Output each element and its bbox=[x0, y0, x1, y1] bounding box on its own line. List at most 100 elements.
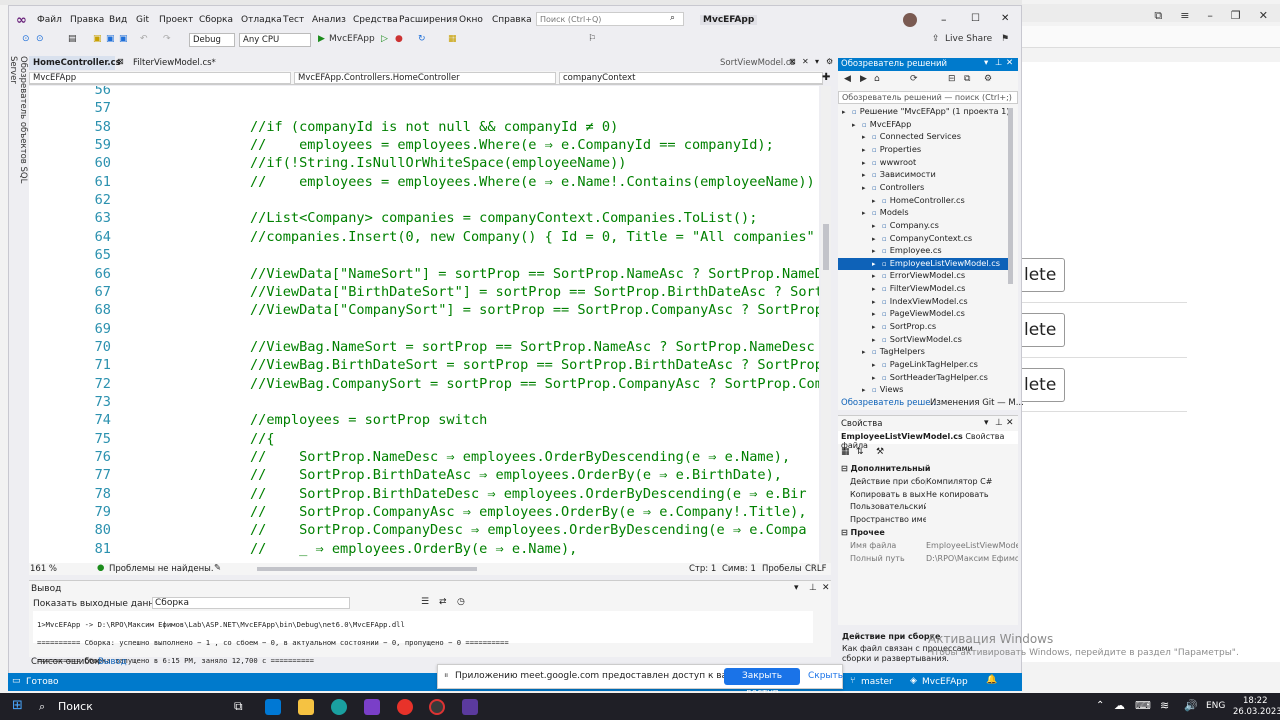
issues-status[interactable]: Проблемы не найдены. bbox=[109, 564, 214, 574]
show-all-icon[interactable]: ⧉ bbox=[964, 74, 970, 84]
menu-icon[interactable]: ≡ bbox=[1180, 9, 1189, 23]
tree-node[interactable]: ▸ ▫ Controllers bbox=[838, 182, 1008, 195]
expand-arrow-icon[interactable]: ▸ bbox=[872, 298, 882, 306]
tree-node[interactable]: ▸ ▫ SortProp.cs bbox=[838, 321, 1008, 334]
menu-help[interactable]: Справка bbox=[492, 15, 532, 25]
expand-arrow-icon[interactable]: ▸ bbox=[852, 121, 862, 129]
tab-sortviewmodel[interactable]: SortViewModel.cs bbox=[716, 56, 795, 70]
clock-date[interactable]: 26.03.2023 bbox=[1233, 707, 1280, 717]
close-icon[interactable]: ✕ bbox=[1259, 9, 1268, 23]
tree-node[interactable]: ▸ ▫ Решение "MvcEFApp" (1 проекта 1) bbox=[838, 106, 1010, 119]
solution-search-input[interactable]: Обозреватель решений — поиск (Ctrl+;) bbox=[838, 91, 1018, 104]
menu-analyze[interactable]: Анализ bbox=[312, 15, 346, 25]
config-select[interactable]: Debug bbox=[189, 33, 235, 47]
back-icon[interactable]: ⊙ bbox=[22, 34, 30, 44]
tree-node[interactable]: ▸ ▫ TagHelpers bbox=[838, 346, 1008, 359]
taskbar-search[interactable]: Поиск bbox=[58, 700, 93, 713]
code-line[interactable] bbox=[250, 86, 651, 98]
tabs-icon[interactable]: ⧉ bbox=[1154, 9, 1162, 23]
settings-icon[interactable]: ⚙ bbox=[984, 74, 992, 84]
sync-icon[interactable]: ⟳ bbox=[910, 74, 918, 84]
windows-start-icon[interactable]: ⊞ bbox=[12, 698, 23, 713]
menu-edit[interactable]: Правка bbox=[70, 15, 104, 25]
expand-arrow-icon[interactable]: ▸ bbox=[872, 323, 882, 331]
tree-node[interactable]: ▸ ▫ SortViewModel.cs bbox=[838, 334, 1008, 347]
menu-project[interactable]: Проект bbox=[159, 15, 193, 25]
delete-button[interactable]: lete bbox=[1022, 258, 1065, 292]
alphabetical-icon[interactable]: ⇅ bbox=[856, 447, 864, 457]
home-icon[interactable]: ⌂ bbox=[874, 74, 880, 84]
menu-test[interactable]: Тест bbox=[283, 15, 304, 25]
code-line[interactable]: //ViewBag.BirthDateSort = sortProp == So… bbox=[250, 357, 819, 373]
close-icon[interactable]: ✕ bbox=[1006, 58, 1013, 68]
tree-node[interactable]: ▸ ▫ CompanyContext.cs bbox=[838, 233, 1008, 246]
pin-icon[interactable]: ⊥ bbox=[995, 58, 1002, 68]
property-value[interactable]: Не копировать bbox=[926, 490, 1018, 499]
edge-icon[interactable] bbox=[331, 699, 347, 715]
dropdown-icon[interactable]: ▾ bbox=[794, 583, 799, 593]
expand-arrow-icon[interactable]: ▸ bbox=[872, 310, 882, 318]
folder-icon[interactable]: ▦ bbox=[448, 34, 457, 44]
yandex-icon[interactable] bbox=[397, 699, 413, 715]
expand-arrow-icon[interactable]: ▸ bbox=[872, 222, 882, 230]
dropdown-icon[interactable]: ▾ bbox=[984, 58, 988, 68]
code-line[interactable]: //{ bbox=[250, 431, 275, 447]
code-line[interactable]: // SortProp.CompanyAsc ⇒ employees.Order… bbox=[250, 504, 807, 520]
search-input[interactable]: Поиск (Ctrl+Q) bbox=[536, 12, 684, 26]
volume-icon[interactable]: 🔊 bbox=[1184, 699, 1198, 712]
forward-icon[interactable]: ▶ bbox=[860, 74, 867, 84]
code-editor[interactable]: 56 57 58 //if (companyId is not null && co… bbox=[29, 86, 819, 563]
save-all-icon[interactable]: ▣ bbox=[119, 34, 128, 44]
close-icon[interactable]: ✕ bbox=[1006, 418, 1014, 428]
sql-object-explorer-tab[interactable]: Обозреватель объектов SQL Server bbox=[8, 56, 28, 186]
code-line[interactable]: // employees = employees.Where(e ⇒ e.Nam… bbox=[250, 174, 815, 190]
tree-node[interactable]: ▸ ▫ PageViewModel.cs bbox=[838, 308, 1008, 321]
delete-button[interactable]: lete bbox=[1022, 368, 1065, 402]
stop-sharing-button[interactable]: Закрыть доступ bbox=[724, 668, 800, 698]
expand-arrow-icon[interactable]: ▸ bbox=[872, 247, 882, 255]
forward-icon[interactable]: ⊙ bbox=[36, 34, 44, 44]
tree-scrollbar[interactable] bbox=[1008, 108, 1013, 284]
code-line[interactable]: //employees = sortProp switch bbox=[250, 412, 487, 428]
new-project-icon[interactable]: ▤ bbox=[68, 34, 77, 44]
menu-git[interactable]: Git bbox=[136, 15, 149, 25]
expand-arrow-icon[interactable]: ▸ bbox=[872, 272, 882, 280]
wifi-icon[interactable]: ≋ bbox=[1160, 699, 1169, 712]
search-icon[interactable]: ⌕ bbox=[39, 700, 45, 714]
property-value[interactable]: EmployeeListViewModel.cs bbox=[926, 541, 1018, 550]
collapse-icon[interactable]: ⊟ bbox=[948, 74, 956, 84]
settings-icon[interactable]: ⚙ bbox=[826, 57, 833, 66]
close-icon[interactable]: ✕ bbox=[822, 583, 830, 593]
expand-arrow-icon[interactable]: ▸ bbox=[862, 146, 872, 154]
bookmark-icon[interactable]: ⚐ bbox=[588, 34, 596, 44]
tree-node[interactable]: ▸ ▫ FilterViewModel.cs bbox=[838, 283, 1008, 296]
zoom-level[interactable]: 161 % bbox=[30, 564, 57, 574]
property-row[interactable]: Полный путь D:\RPO\Максим Ефимов bbox=[842, 554, 1018, 567]
expand-arrow-icon[interactable]: ▸ bbox=[872, 285, 882, 293]
toggle-icon[interactable]: ⇄ bbox=[439, 597, 447, 607]
code-line[interactable]: //ViewData["NameSort"] = sortProp == Sor… bbox=[250, 266, 819, 282]
tab-output[interactable]: Вывод bbox=[98, 657, 127, 667]
close-icon[interactable]: ✕ bbox=[802, 57, 809, 66]
property-row[interactable]: Копировать в выходнойНе копировать bbox=[842, 490, 1018, 503]
notification-icon[interactable]: 🔔 bbox=[986, 675, 997, 685]
chrome-icon[interactable] bbox=[429, 699, 445, 715]
cloud-icon[interactable]: ☁ bbox=[1114, 699, 1125, 712]
run-without-debug-icon[interactable]: ▷ bbox=[381, 34, 388, 44]
horizontal-scrollbar[interactable] bbox=[257, 567, 477, 571]
wrench-icon[interactable]: ⚒ bbox=[876, 447, 884, 457]
class-select[interactable]: MvcEFApp.Controllers.HomeController bbox=[294, 72, 556, 84]
expand-arrow-icon[interactable]: ▸ bbox=[872, 361, 882, 369]
tree-node[interactable]: ▸ ▫ MvcEFApp bbox=[838, 119, 1008, 132]
property-value[interactable]: Компилятор C# bbox=[926, 477, 1018, 486]
expand-arrow-icon[interactable]: ▸ bbox=[862, 171, 872, 179]
expand-arrow-icon[interactable]: ▸ bbox=[872, 260, 882, 268]
tree-node[interactable]: ▸ ▫ Зависимости bbox=[838, 169, 1008, 182]
tree-node[interactable]: ▸ ▫ SortHeaderTagHelper.cs bbox=[838, 372, 1008, 385]
avatar[interactable] bbox=[903, 13, 917, 27]
brush-icon[interactable]: ✎ bbox=[214, 563, 221, 573]
run-target[interactable]: MvcEFApp bbox=[329, 34, 375, 44]
tree-node[interactable]: ▸ ▫ Company.cs bbox=[838, 220, 1008, 233]
refresh-icon[interactable]: ↻ bbox=[418, 34, 426, 44]
hot-reload-icon[interactable]: ● bbox=[395, 34, 403, 44]
